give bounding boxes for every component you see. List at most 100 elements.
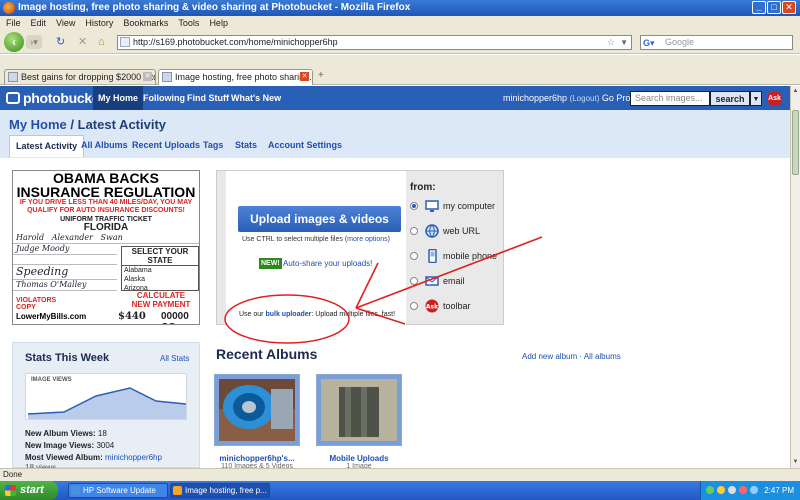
auto-share-link[interactable]: Auto-share your uploads! xyxy=(283,258,372,269)
ask-icon: Ask xyxy=(425,299,439,313)
maximize-button[interactable]: □ xyxy=(767,1,781,14)
album-thumbnail-mobile-uploads[interactable] xyxy=(316,374,402,446)
upload-button[interactable]: Upload images & videos xyxy=(238,206,401,232)
title-section: Latest Activity xyxy=(77,117,167,132)
tray-update-icon[interactable] xyxy=(750,486,758,494)
bulk-uploader-link[interactable]: bulk uploader xyxy=(265,311,311,318)
ad-state-option[interactable]: Alaska xyxy=(122,275,198,284)
ad-new-payment-label[interactable]: NEW PAYMENT xyxy=(125,300,197,309)
bookmark-star-icon[interactable]: ☆ xyxy=(607,36,615,49)
photobucket-search-input[interactable]: Search images... xyxy=(630,91,710,106)
window-title-bar: Image hosting, free photo sharing & vide… xyxy=(0,0,800,16)
logout-link[interactable]: (Logout) xyxy=(570,94,600,103)
tab-photobucket[interactable]: Image hosting, free photo sharin... ✕ xyxy=(158,69,313,85)
close-tab-icon[interactable]: ✕ xyxy=(143,72,152,81)
home-icon[interactable]: ⌂ xyxy=(98,36,105,48)
ad-judge-row: Judge Moody xyxy=(13,244,117,255)
radio-email[interactable] xyxy=(410,277,418,285)
back-button[interactable]: ‹ xyxy=(4,32,24,52)
all-stats-link[interactable]: All Stats xyxy=(160,354,189,363)
image-views-graph: IMAGE VIEWS xyxy=(25,373,187,420)
scroll-up-icon[interactable]: ▲ xyxy=(792,87,799,95)
nav-my-home[interactable]: My Home xyxy=(93,86,144,110)
stat-image-views: New Image Views: 3004 xyxy=(25,441,114,450)
menu-history[interactable]: History xyxy=(85,18,113,28)
my-home-link[interactable]: My Home xyxy=(9,117,67,132)
favicon-icon xyxy=(8,72,18,82)
go-pro-link[interactable]: Go Pro xyxy=(602,93,631,103)
search-dropdown-icon[interactable]: ▼ xyxy=(750,91,762,106)
ad-amount: $440 xyxy=(118,311,146,322)
google-icon[interactable]: G▾ xyxy=(643,37,655,50)
ad-select-state-label: SELECT YOUR STATE xyxy=(122,247,198,266)
menu-help[interactable]: Help xyxy=(209,18,228,28)
close-window-button[interactable]: ✕ xyxy=(782,1,796,14)
tab-tags[interactable]: Tags xyxy=(197,135,229,157)
ad-code: 00000 CO xyxy=(161,311,189,324)
url-bar[interactable]: http://s169.photobucket.com/home/minicho… xyxy=(117,35,632,50)
search-placeholder: Google xyxy=(665,37,695,47)
radio-mobile-phone[interactable] xyxy=(410,252,418,260)
ad-state-option[interactable]: Alabama xyxy=(122,266,198,275)
most-viewed-link[interactable]: minichopper6hp xyxy=(105,453,162,462)
chevron-down-icon[interactable]: ▼ xyxy=(620,36,628,49)
insurance-ad[interactable]: OBAMA BACKS INSURANCE REGULATION IF YOU … xyxy=(12,170,200,325)
menu-bar: File Edit View History Bookmarks Tools Help xyxy=(0,16,800,30)
reload-icon[interactable]: ↻ xyxy=(56,36,65,48)
tab-account-settings[interactable]: Account Settings xyxy=(262,135,348,157)
page-scrollbar[interactable]: ▲ ▼ xyxy=(790,86,800,468)
stat-album-views: New Album Views: 18 xyxy=(25,429,107,438)
camera-icon xyxy=(6,92,20,104)
radio-toolbar[interactable] xyxy=(410,302,418,310)
ad-calculate-label[interactable]: CALCULATE xyxy=(125,292,197,300)
menu-edit[interactable]: Edit xyxy=(31,18,47,28)
task-hp-software-update[interactable]: HP Software Update xyxy=(68,483,168,498)
nav-whats-new[interactable]: What's New xyxy=(226,86,286,110)
start-button[interactable]: start xyxy=(0,481,58,500)
site-identity-icon[interactable] xyxy=(120,37,130,47)
stop-icon[interactable]: ✕ xyxy=(78,36,87,48)
phone-icon xyxy=(428,249,437,263)
tray-alert-icon[interactable] xyxy=(739,486,747,494)
scroll-down-icon[interactable]: ▼ xyxy=(792,458,799,466)
close-tab-icon[interactable]: ✕ xyxy=(300,72,309,81)
more-options-link[interactable]: more options xyxy=(347,236,387,243)
tab-strip: Best gains for dropping $2000 into a G..… xyxy=(0,55,800,85)
photobucket-search-button[interactable]: search xyxy=(710,91,750,106)
scroll-thumb[interactable] xyxy=(792,110,799,175)
minimize-button[interactable]: _ xyxy=(752,1,766,14)
tray-sound-icon[interactable] xyxy=(728,486,736,494)
menu-bookmarks[interactable]: Bookmarks xyxy=(123,18,168,28)
ad-brand: LowerMyBills.com xyxy=(16,312,87,321)
ask-icon[interactable]: Ask xyxy=(767,91,782,106)
tab-latest-activity[interactable]: Latest Activity xyxy=(9,135,85,157)
forward-button[interactable]: ›▾ xyxy=(26,35,42,49)
ad-state-select[interactable]: SELECT YOUR STATE Alabama Alaska Arizona xyxy=(121,246,199,292)
tab-recent-uploads[interactable]: Recent Uploads xyxy=(126,135,206,157)
ad-red-line-1: IF YOU DRIVE LESS THAN 40 MILES/DAY, YOU… xyxy=(19,199,193,206)
tab-best-gains[interactable]: Best gains for dropping $2000 into a G..… xyxy=(4,69,156,85)
photobucket-logo[interactable]: photobucket xyxy=(6,90,104,106)
stats-title: Stats This Week xyxy=(25,352,110,364)
source-label: mobile phone xyxy=(443,251,498,261)
tray-security-icon[interactable] xyxy=(717,486,725,494)
recent-album-links: Add new album · All albums xyxy=(522,352,621,361)
tray-network-icon[interactable] xyxy=(706,486,714,494)
menu-tools[interactable]: Tools xyxy=(178,18,199,28)
task-firefox[interactable]: Image hosting, free p... xyxy=(170,483,270,498)
new-tab-icon[interactable]: + xyxy=(318,70,324,81)
tab-all-albums[interactable]: All Albums xyxy=(75,135,134,157)
album-name[interactable]: Mobile Uploads xyxy=(309,454,409,463)
album-thumbnail-minichopper[interactable] xyxy=(214,374,300,446)
menu-view[interactable]: View xyxy=(56,18,75,28)
all-albums-link[interactable]: All albums xyxy=(584,352,621,361)
menu-file[interactable]: File xyxy=(6,18,21,28)
tab-stats[interactable]: Stats xyxy=(229,135,263,157)
album-name[interactable]: minichopper6hp's... xyxy=(207,454,307,463)
search-engine-box[interactable]: G▾ Google xyxy=(640,35,793,50)
username[interactable]: minichopper6hp xyxy=(503,93,567,103)
source-label: web URL xyxy=(443,226,481,236)
radio-my-computer[interactable] xyxy=(410,202,418,210)
radio-web-url[interactable] xyxy=(410,227,418,235)
add-new-album-link[interactable]: Add new album xyxy=(522,352,577,361)
